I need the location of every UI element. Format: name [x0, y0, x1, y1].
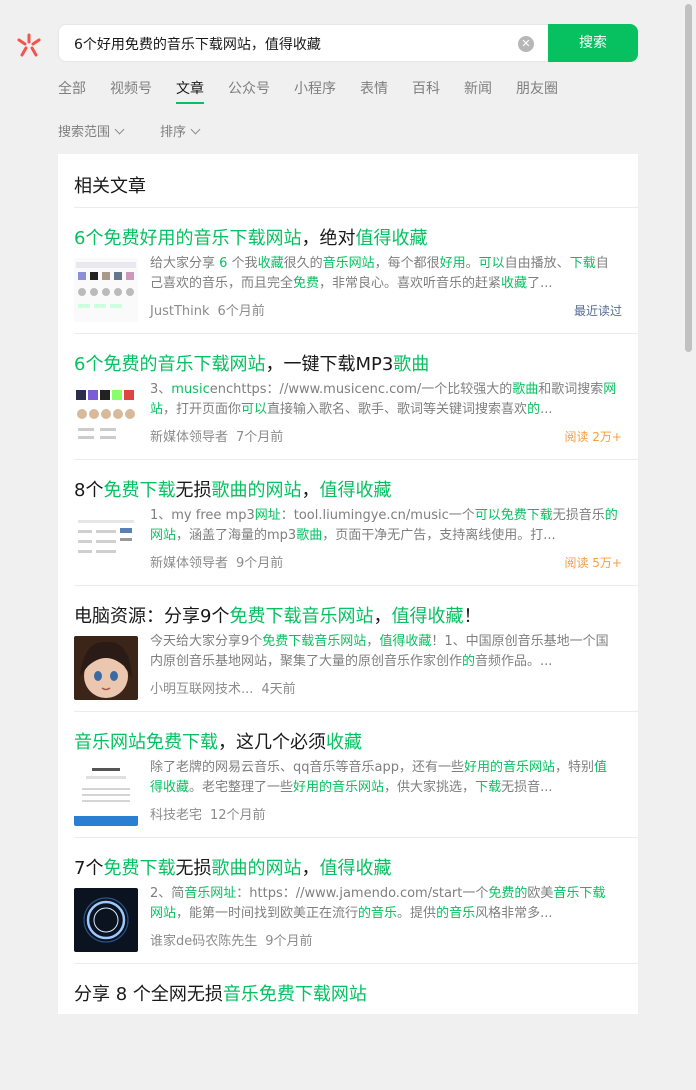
- article-source[interactable]: 小明互联网技术...: [150, 682, 253, 697]
- article-thumbnail[interactable]: [74, 258, 138, 322]
- article-meta: 新媒体领导者 9个月前: [150, 552, 283, 571]
- clear-icon[interactable]: ✕: [518, 36, 534, 52]
- article-title[interactable]: 6个免费的音乐下载网站，一键下载MP3歌曲: [74, 350, 429, 376]
- article-snippet: 1、my free mp3网址：tool.liumingye.cn/music一…: [150, 508, 618, 543]
- recently-read-badge: 最近读过: [573, 304, 622, 318]
- tab-articles[interactable]: 文章: [176, 78, 204, 104]
- article-item[interactable]: 6个免费好用的音乐下载网站，绝对值得收藏给大家分享 6 个我收藏很久的音乐网站，…: [74, 208, 638, 334]
- article-item[interactable]: 8个免费下载无损歌曲的网站，值得收藏 1、my free mp3网址：tool.l…: [74, 460, 638, 586]
- article-item[interactable]: 音乐网站免费下载，这几个必须收藏除了老牌的网易云音乐、qq音乐等音乐app，还有…: [74, 712, 638, 838]
- article-thumbnail[interactable]: [74, 762, 138, 826]
- article-snippet: 今天给大家分享9个免费下载音乐网站，值得收藏！1、中国原创音乐基地一个国内原创音…: [150, 634, 609, 669]
- article-snippet: 除了老牌的网易云音乐、qq音乐等音乐app，还有一些好用的音乐网站，特别值得收藏…: [150, 760, 608, 795]
- article-time: 6个月前: [217, 304, 265, 319]
- section-title: 相关文章: [74, 176, 146, 197]
- article-title[interactable]: 8个免费下载无损歌曲的网站，值得收藏: [74, 476, 391, 502]
- article-thumbnail[interactable]: [74, 636, 138, 700]
- article-snippet: 给大家分享 6 个我收藏很久的音乐网站，每个都很好用。可以自由播放、下载自己喜欢…: [150, 256, 609, 291]
- article-item[interactable]: 分享 8 个全网无损音乐免费下载网站: [74, 964, 638, 1090]
- tab-stickers[interactable]: 表情: [360, 78, 388, 98]
- article-snippet: 3、musicenchttps：//www.musicenc.com/一个比较强…: [150, 382, 617, 417]
- article-meta: 谁家de码农陈先生 9个月前: [150, 930, 313, 949]
- article-time: 12个月前: [210, 808, 266, 823]
- article-thumbnail[interactable]: [74, 888, 138, 952]
- search-input[interactable]: 6个好用免费的音乐下载网站，值得收藏 ✕: [58, 24, 548, 62]
- sort-dropdown[interactable]: 排序: [160, 121, 201, 140]
- search-button[interactable]: 搜索: [548, 24, 638, 62]
- tab-mini-programs[interactable]: 小程序: [294, 78, 336, 98]
- article-time: 7个月前: [236, 430, 284, 445]
- article-source[interactable]: JustThink: [150, 304, 210, 319]
- article-title[interactable]: 电脑资源：分享9个免费下载音乐网站，值得收藏！: [74, 602, 481, 628]
- wechat-search-logo-icon: [17, 33, 41, 57]
- article-thumbnail[interactable]: [74, 384, 138, 448]
- article-title[interactable]: 音乐网站免费下载，这几个必须收藏: [74, 728, 362, 754]
- article-source[interactable]: 科技老宅: [150, 808, 202, 823]
- tab-encyclopedia[interactable]: 百科: [412, 78, 440, 98]
- article-snippet: 2、简音乐网址：https：//www.jamendo.com/start一个免…: [150, 886, 606, 921]
- article-item[interactable]: 7个免费下载无损歌曲的网站，值得收藏 2、简音乐网址：https：//www.ja…: [74, 838, 638, 964]
- article-source[interactable]: 新媒体领导者: [150, 556, 228, 571]
- search-query-text: 6个好用免费的音乐下载网站，值得收藏: [74, 37, 321, 53]
- results-card: 相关文章 6个免费好用的音乐下载网站，绝对值得收藏给大家分享 6 个我收藏很久的…: [58, 154, 638, 1014]
- tab-moments[interactable]: 朋友圈: [516, 78, 558, 98]
- article-time: 9个月前: [236, 556, 284, 571]
- article-meta: 新媒体领导者 7个月前: [150, 426, 283, 445]
- article-meta: 小明互联网技术... 4天前: [150, 678, 296, 697]
- article-title[interactable]: 分享 8 个全网无损音乐免费下载网站: [74, 980, 367, 1006]
- article-item[interactable]: 6个免费的音乐下载网站，一键下载MP3歌曲 3、musicenchttps：//w…: [74, 334, 638, 460]
- article-source[interactable]: 谁家de码农陈先生: [150, 934, 257, 949]
- chevron-down-icon: [190, 124, 201, 135]
- tab-channels[interactable]: 视频号: [110, 78, 152, 98]
- tab-official-accounts[interactable]: 公众号: [228, 78, 270, 98]
- article-title[interactable]: 7个免费下载无损歌曲的网站，值得收藏: [74, 854, 391, 880]
- article-thumbnail[interactable]: [74, 510, 138, 574]
- sort-label: 排序: [160, 125, 187, 140]
- read-count-badge: 阅读 5万+: [564, 556, 622, 570]
- article-source[interactable]: 新媒体领导者: [150, 430, 228, 445]
- scrollbar[interactable]: [685, 4, 692, 352]
- article-item[interactable]: 电脑资源：分享9个免费下载音乐网站，值得收藏！ 今天给大家分享9个免费下载音乐网站…: [74, 586, 638, 712]
- tab-news[interactable]: 新闻: [464, 78, 492, 98]
- article-meta: 科技老宅 12个月前: [150, 804, 266, 823]
- article-time: 4天前: [261, 682, 296, 697]
- search-scope-dropdown[interactable]: 搜索范围: [58, 121, 125, 140]
- tab-all[interactable]: 全部: [58, 78, 86, 98]
- search-scope-label: 搜索范围: [58, 125, 111, 140]
- read-count-badge: 阅读 2万+: [564, 430, 622, 444]
- article-meta: JustThink 6个月前: [150, 300, 265, 319]
- article-time: 9个月前: [265, 934, 313, 949]
- chevron-down-icon: [114, 124, 125, 135]
- article-title[interactable]: 6个免费好用的音乐下载网站，绝对值得收藏: [74, 224, 427, 250]
